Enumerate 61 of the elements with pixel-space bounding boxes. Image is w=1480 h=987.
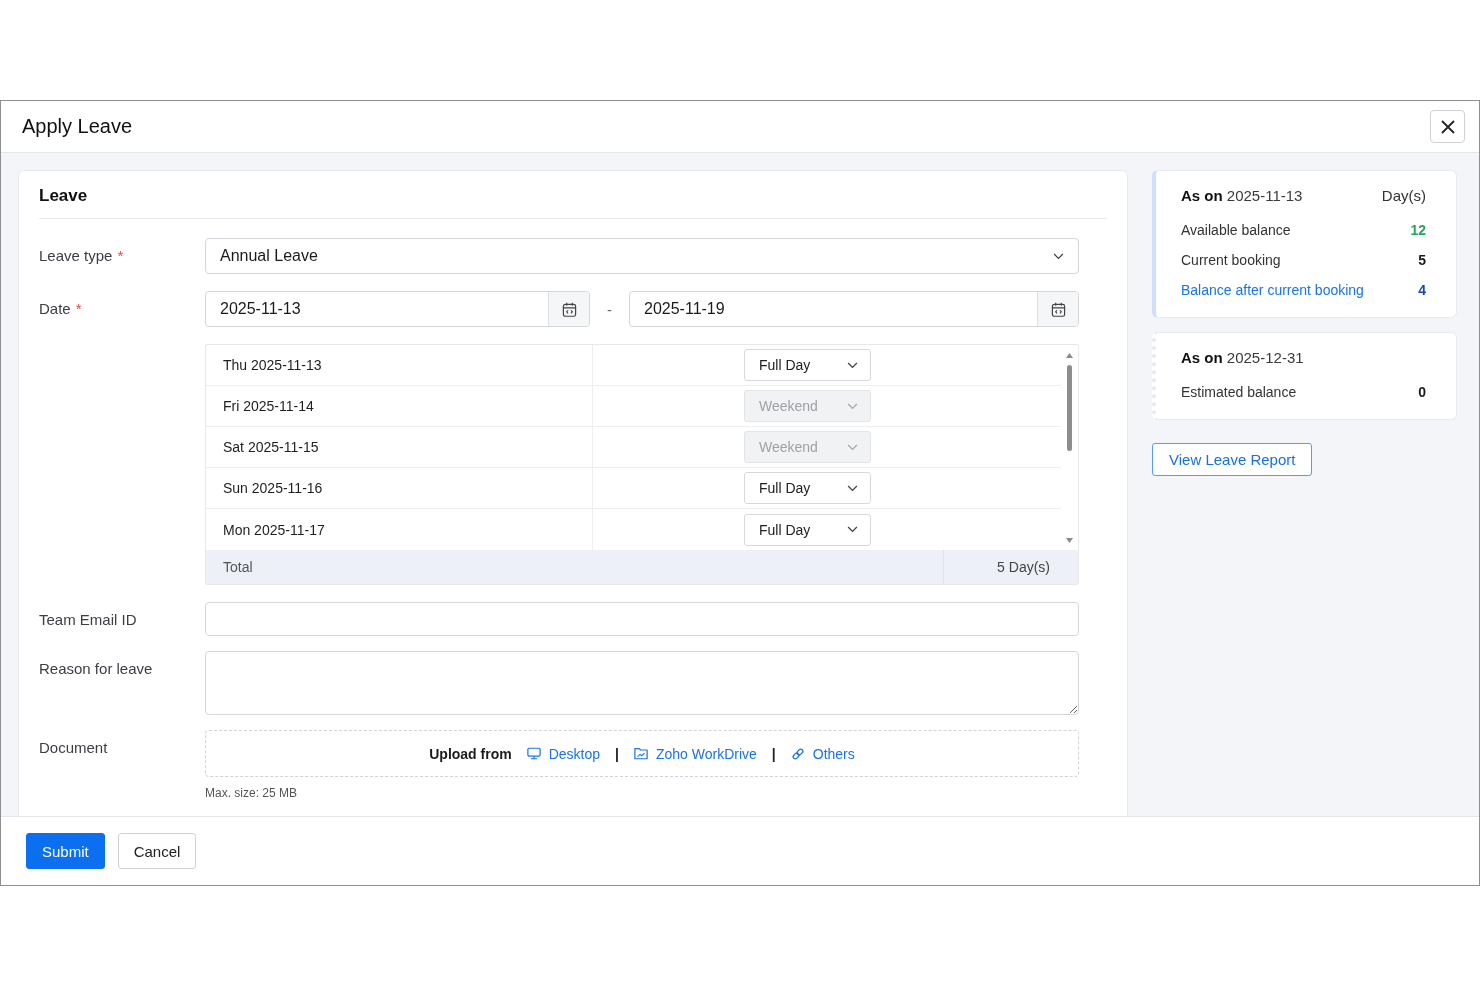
balance-label: Balance after current booking xyxy=(1181,282,1364,298)
separator-text: | xyxy=(615,745,619,762)
field-label: Leave type xyxy=(39,246,113,266)
chevron-down-icon xyxy=(847,402,858,410)
day-date: Sun 2025-11-16 xyxy=(223,480,323,496)
cancel-button[interactable]: Cancel xyxy=(117,833,197,869)
unit-label: Day(s) xyxy=(1381,186,1426,206)
field-label: Team Email ID xyxy=(39,610,137,630)
calendar-icon xyxy=(1050,301,1066,317)
size-note: Max. size: 25 MB xyxy=(205,786,299,800)
email-input-field[interactable] xyxy=(205,602,1079,636)
leave-type-select[interactable]: Annual Leave xyxy=(205,238,1079,274)
chevron-down-icon xyxy=(847,484,858,492)
total-label: Total xyxy=(223,559,253,575)
view-report-button[interactable]: View Leave Report xyxy=(1152,443,1313,476)
balance-value: 12 xyxy=(1410,222,1426,238)
chevron-down-icon xyxy=(847,443,858,451)
monitor-icon xyxy=(526,747,541,760)
calendar-button[interactable] xyxy=(1037,292,1078,326)
close-icon xyxy=(1440,119,1455,134)
session-select[interactable]: Full Day xyxy=(744,472,871,504)
separator-text: | xyxy=(771,745,776,762)
balance-value: 5 xyxy=(1418,252,1426,268)
balance-label: Current booking xyxy=(1181,252,1281,268)
close-button[interactable] xyxy=(1430,110,1465,143)
upload-source-link[interactable]: Others xyxy=(790,745,855,762)
date-field[interactable]: 2025-11-19 xyxy=(629,291,1079,327)
date-field[interactable]: 2025-11-13 xyxy=(205,291,590,327)
dialog-title: Apply Leave xyxy=(22,115,133,138)
folder-icon xyxy=(633,747,648,760)
calendar-icon xyxy=(561,301,577,317)
balance-date-heading: As on 2025-12-31 xyxy=(1181,348,1304,368)
chevron-down-icon xyxy=(847,361,858,369)
chevron-down-icon xyxy=(847,526,858,533)
calendar-button[interactable] xyxy=(548,292,589,326)
day-date: Thu 2025-11-13 xyxy=(223,357,322,373)
upload-source-link[interactable]: Zoho WorkDrive xyxy=(633,745,757,762)
required-mark: * xyxy=(117,246,124,266)
session-select[interactable]: Full Day xyxy=(744,513,871,546)
link-icon xyxy=(790,746,805,761)
balance-value: 0 xyxy=(1418,384,1426,400)
balance-value: 4 xyxy=(1418,282,1426,298)
day-date: Sat 2025-11-15 xyxy=(223,439,319,455)
balance-label: Available balance xyxy=(1181,222,1291,238)
upload-source-link[interactable]: Desktop xyxy=(526,745,601,762)
submit-button[interactable]: Submit xyxy=(26,833,105,869)
total-value: 5 Day(s) xyxy=(997,559,1050,575)
section-title: Leave xyxy=(39,171,1107,219)
upload-drop-area[interactable]: Upload from Desktop | Zoho WorkDrive | Others xyxy=(205,730,1079,777)
day-date: Mon 2025-11-17 xyxy=(223,521,325,538)
range-dash: - xyxy=(606,300,613,318)
field-label: Reason for leave xyxy=(39,659,153,679)
field-label: Document xyxy=(39,738,108,758)
chevron-down-icon xyxy=(1053,252,1064,260)
day-date: Fri 2025-11-14 xyxy=(223,398,314,414)
field-label: Date xyxy=(39,299,71,319)
balance-label: Estimated balance xyxy=(1181,384,1297,400)
upload-label: Upload from xyxy=(429,745,512,762)
required-mark: * xyxy=(75,299,82,319)
session-select[interactable]: Full Day xyxy=(744,349,871,381)
balance-date-heading: As on 2025-11-13 xyxy=(1181,186,1303,206)
